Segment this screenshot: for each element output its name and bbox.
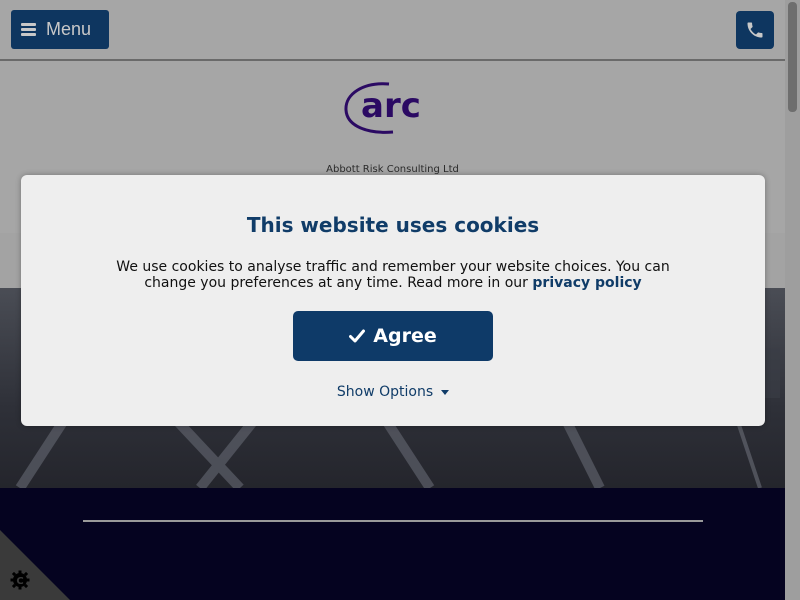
cookie-consent-dialog: This website uses cookies We use cookies… bbox=[21, 175, 765, 426]
agree-button[interactable]: Agree bbox=[293, 311, 493, 361]
cookie-dialog-title: This website uses cookies bbox=[246, 213, 540, 237]
agree-label: Agree bbox=[373, 325, 437, 347]
cookie-gear-icon: C bbox=[10, 570, 30, 590]
hamburger-icon bbox=[21, 23, 36, 36]
company-name: Abbott Risk Consulting Ltd bbox=[326, 164, 459, 175]
cookie-dialog-message: We use cookies to analyse traffic and re… bbox=[116, 259, 670, 291]
phone-icon bbox=[747, 22, 763, 38]
vertical-scrollbar[interactable] bbox=[785, 0, 800, 600]
menu-button[interactable]: Menu bbox=[11, 10, 109, 49]
menu-label: Menu bbox=[46, 19, 92, 39]
show-options-toggle[interactable]: Show Options bbox=[21, 384, 765, 400]
scroll-thumb[interactable] bbox=[788, 2, 797, 112]
caret-down-icon bbox=[441, 389, 450, 395]
arc-logo[interactable]: arc bbox=[343, 80, 443, 136]
phone-button[interactable] bbox=[736, 11, 774, 49]
privacy-policy-link[interactable]: privacy policy bbox=[532, 275, 641, 291]
svg-text:C: C bbox=[16, 576, 23, 587]
logo-text: arc bbox=[361, 86, 421, 126]
checkmark-icon bbox=[349, 329, 366, 343]
top-bar: Menu bbox=[0, 0, 785, 61]
show-options-label: Show Options bbox=[336, 384, 434, 400]
divider bbox=[83, 520, 703, 522]
dark-section bbox=[0, 488, 785, 600]
